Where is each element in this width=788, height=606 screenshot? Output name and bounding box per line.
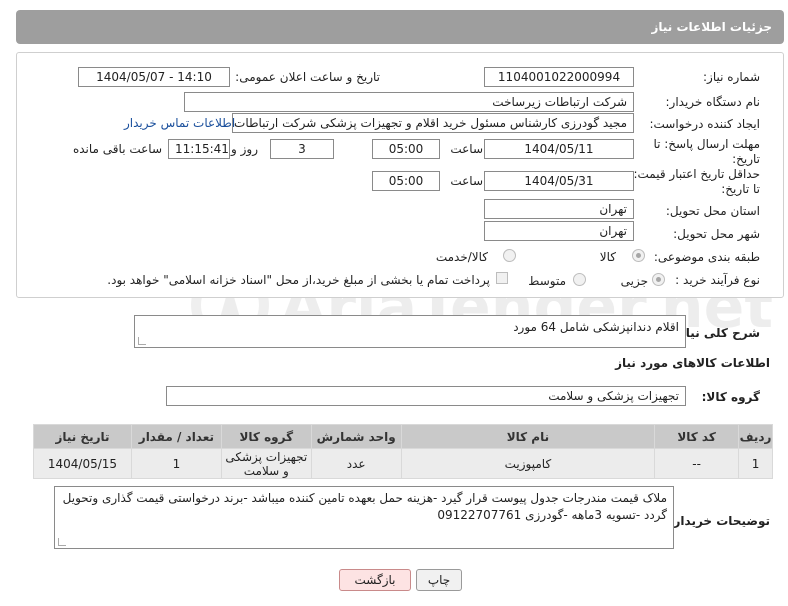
deadline-time-label: ساعت [450, 142, 483, 156]
buyer-notes-textarea: ملاک قیمت مندرجات جدول پیوست قرار گیرد -… [54, 486, 674, 549]
col-row-header: ردیف [738, 424, 773, 449]
cell-group: تجهیزات پزشکی و سلامت [220, 448, 312, 479]
category-goods-radio[interactable] [632, 249, 645, 262]
buyer-contact-link[interactable]: اطلاعات تماس خریدار [124, 116, 235, 130]
page-title: جزئیات اطلاعات نیاز [651, 20, 772, 34]
page-title-bar: جزئیات اطلاعات نیاز [16, 10, 784, 44]
goods-group-field: تجهیزات پزشکی و سلامت [166, 386, 686, 406]
validity-date-field: 1404/05/31 [484, 171, 634, 191]
category-goods-service-radio[interactable] [503, 249, 516, 262]
price-validity-label: حداقل تاریخ اعتبار قیمت: [633, 167, 760, 181]
treasury-payment-checkbox[interactable] [496, 272, 508, 284]
requester-label: ایجاد کننده درخواست: [649, 117, 760, 131]
cell-date: 1404/05/15 [33, 448, 132, 479]
need-number-field: 1104001022000994 [484, 67, 634, 87]
remaining-time-label: ساعت باقی مانده [72, 142, 162, 156]
days-label: روز و [231, 142, 258, 156]
buyer-org-field: شرکت ارتباطات زیرساخت [184, 92, 634, 112]
validity-time-field: 05:00 [372, 171, 440, 191]
province-label: استان محل تحویل: [665, 204, 760, 218]
back-button[interactable]: بازگشت [339, 569, 411, 591]
table-row: 1 -- کامپوزیت عدد تجهیزات پزشکی و سلامت … [33, 448, 773, 479]
remaining-time-field: 11:15:41 [168, 139, 230, 159]
price-validity-date-label: تا تاریخ: [721, 182, 760, 196]
need-summary-textarea: اقلام دندانپزشکی شامل 64 مورد [134, 315, 686, 348]
goods-section-title: اطلاعات کالاهای مورد نیاز [615, 356, 770, 370]
need-summary-label: شرح کلی نیاز: [674, 326, 760, 340]
buyer-org-label: نام دستگاه خریدار: [665, 95, 761, 109]
col-code-header: کد کالا [654, 424, 740, 449]
resize-grip-icon[interactable] [138, 337, 146, 345]
cell-code: -- [654, 448, 740, 479]
process-type-label: نوع فرآیند خرید : [675, 273, 760, 287]
province-field: تهران [484, 199, 634, 219]
category-label: طبقه بندی موضوعی: [653, 250, 760, 264]
announce-datetime-field: 1404/05/07 - 14:10 [78, 67, 230, 87]
deadline-label-date: تاریخ: [732, 152, 760, 166]
category-goods-label: کالا [599, 250, 616, 264]
goods-group-label: گروه کالا: [701, 390, 760, 404]
days-remaining-field: 3 [270, 139, 334, 159]
cell-qty: 1 [130, 448, 222, 479]
category-goods-service-label: کالا/خدمت [435, 250, 488, 264]
table-header-row: ردیف کد کالا نام کالا واحد شمارش گروه کا… [33, 424, 773, 449]
col-date-header: تاریخ نیاز [33, 424, 132, 449]
cell-row: 1 [738, 448, 773, 479]
goods-table: ردیف کد کالا نام کالا واحد شمارش گروه کا… [33, 424, 773, 479]
city-field: تهران [484, 221, 634, 241]
col-name-header: نام کالا [400, 424, 656, 449]
process-medium-radio[interactable] [573, 273, 586, 286]
col-group-header: گروه کالا [220, 424, 312, 449]
treasury-payment-note: پرداخت تمام یا بخشی از مبلغ خرید،از محل … [107, 273, 490, 287]
cell-name: کامپوزیت [400, 448, 656, 479]
deadline-time-field: 05:00 [372, 139, 440, 159]
need-number-label: شماره نیاز: [703, 70, 760, 84]
requester-field: مجید گودرزی کارشناس مسئول خرید اقلام و ت… [232, 113, 634, 133]
col-qty-header: تعداد / مقدار [130, 424, 222, 449]
deadline-date-field: 1404/05/11 [484, 139, 634, 159]
city-label: شهر محل تحویل: [673, 227, 760, 241]
announce-datetime-label: تاریخ و ساعت اعلان عمومی: [235, 70, 380, 84]
need-summary-text: اقلام دندانپزشکی شامل 64 مورد [513, 320, 679, 334]
process-minor-radio[interactable] [652, 273, 665, 286]
buyer-notes-text: ملاک قیمت مندرجات جدول پیوست قرار گیرد -… [62, 491, 667, 522]
process-minor-label: جزیی [620, 274, 648, 288]
deadline-label: مهلت ارسال پاسخ: تا [653, 137, 760, 151]
validity-time-label: ساعت [450, 174, 483, 188]
resize-grip-icon[interactable] [58, 538, 66, 546]
print-button[interactable]: چاپ [416, 569, 462, 591]
cell-unit: عدد [310, 448, 402, 479]
process-medium-label: متوسط [528, 274, 566, 288]
buyer-notes-label: توضیحات خریدار: [668, 514, 770, 528]
col-unit-header: واحد شمارش [310, 424, 402, 449]
